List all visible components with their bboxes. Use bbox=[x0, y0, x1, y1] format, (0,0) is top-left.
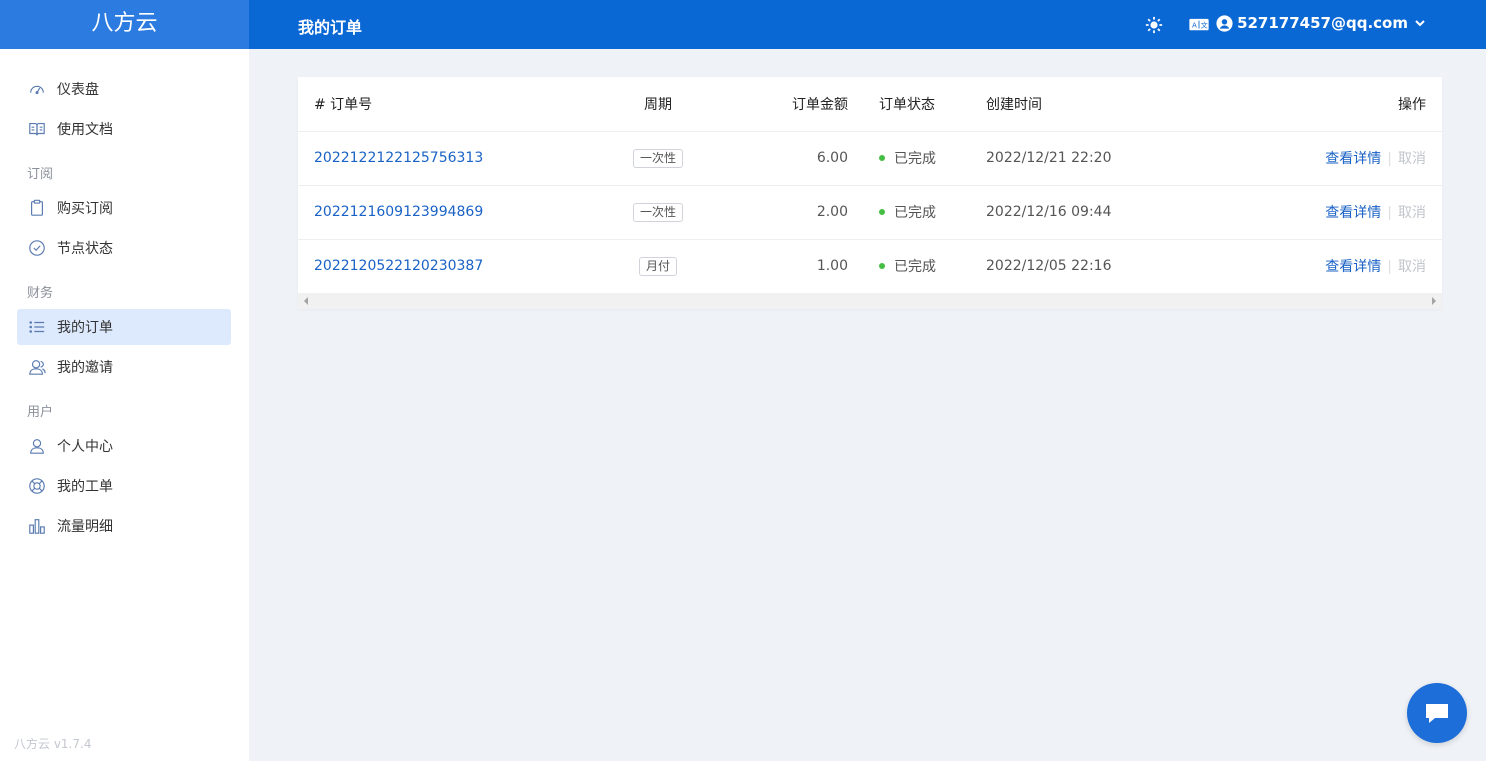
action-divider: | bbox=[1387, 259, 1392, 275]
status-dot bbox=[879, 209, 885, 215]
sidebar-item-label: 购买订阅 bbox=[57, 201, 113, 217]
view-details-link[interactable]: 查看详情 bbox=[1325, 259, 1381, 275]
status-dot bbox=[879, 263, 885, 269]
sidebar: 八方云 仪表盘 使用文档 订阅 购买订阅 节点状态 财务 我的订单 我的邀请 用… bbox=[0, 0, 249, 761]
brand-logo[interactable]: 八方云 bbox=[0, 0, 249, 49]
col-created: 创建时间 bbox=[986, 77, 1186, 132]
col-status: 订单状态 bbox=[848, 77, 986, 132]
created-cell: 2022/12/21 22:20 bbox=[986, 131, 1186, 186]
order-number-link[interactable]: 2022121609123994869 bbox=[314, 204, 483, 220]
sidebar-item-label: 流量明细 bbox=[57, 519, 113, 535]
created-cell: 2022/12/05 22:16 bbox=[986, 239, 1186, 294]
sidebar-item-docs[interactable]: 使用文档 bbox=[17, 111, 231, 147]
sidebar-item-label: 个人中心 bbox=[57, 439, 113, 455]
check-circle-icon bbox=[27, 238, 47, 258]
user-circle-icon bbox=[1216, 14, 1233, 32]
list-icon bbox=[27, 317, 47, 337]
order-number-link[interactable]: 2022122122125756313 bbox=[314, 150, 483, 166]
created-cell: 2022/12/16 09:44 bbox=[986, 185, 1186, 240]
amount-cell: 2.00 bbox=[718, 185, 848, 240]
user-icon bbox=[27, 436, 47, 456]
clipboard-icon bbox=[27, 198, 47, 218]
sidebar-item-buy-subscription[interactable]: 购买订阅 bbox=[17, 190, 231, 226]
table-header-row: # 订单号 周期 订单金额 订单状态 创建时间 操作 bbox=[298, 77, 1442, 132]
scroll-left-arrow-icon[interactable] bbox=[304, 297, 308, 305]
sidebar-item-label: 仪表盘 bbox=[57, 82, 99, 98]
sidebar-item-label: 节点状态 bbox=[57, 241, 113, 257]
table-row: 2022122122125756313 一次性 6.00 已完成 2022/12… bbox=[298, 131, 1442, 186]
sidebar-item-node-status[interactable]: 节点状态 bbox=[17, 230, 231, 266]
sidebar-item-my-invites[interactable]: 我的邀请 bbox=[17, 349, 231, 385]
action-divider: | bbox=[1387, 151, 1392, 167]
sidebar-item-traffic[interactable]: 流量明细 bbox=[17, 508, 231, 544]
book-icon bbox=[27, 119, 47, 139]
sidebar-item-dashboard[interactable]: 仪表盘 bbox=[17, 71, 231, 107]
user-email: 527177457@qq.com bbox=[1237, 14, 1408, 32]
chat-support-button[interactable] bbox=[1407, 683, 1467, 743]
sidebar-item-label: 我的订单 bbox=[57, 320, 113, 336]
action-divider: | bbox=[1387, 205, 1392, 221]
status-text: 已完成 bbox=[894, 151, 936, 167]
sidebar-item-label: 我的邀请 bbox=[57, 360, 113, 376]
horizontal-scrollbar[interactable] bbox=[298, 293, 1442, 309]
col-amount: 订单金额 bbox=[718, 77, 848, 132]
translate-icon: A文 bbox=[1189, 18, 1209, 31]
scroll-right-arrow-icon[interactable] bbox=[1432, 297, 1436, 305]
svg-text:文: 文 bbox=[1201, 21, 1208, 30]
status-dot bbox=[879, 155, 885, 161]
col-order-no: # 订单号 bbox=[298, 77, 598, 132]
page-title: 我的订单 bbox=[298, 18, 363, 37]
nav-group-title-user: 用户 bbox=[27, 405, 54, 420]
svg-text:A: A bbox=[1192, 22, 1197, 30]
chat-bubble-icon bbox=[1426, 704, 1448, 723]
user-menu[interactable]: 527177457@qq.com bbox=[1216, 14, 1426, 32]
version-label: 八方云 v1.7.4 bbox=[14, 737, 92, 751]
sidebar-nav: 仪表盘 使用文档 订阅 购买订阅 节点状态 财务 我的订单 我的邀请 用户 个人… bbox=[0, 49, 249, 544]
amount-cell: 6.00 bbox=[718, 131, 848, 186]
lifebuoy-icon bbox=[27, 476, 47, 496]
dashboard-icon bbox=[27, 79, 47, 99]
bar-chart-icon bbox=[27, 516, 47, 536]
cancel-link[interactable]: 取消 bbox=[1398, 259, 1426, 275]
cancel-link[interactable]: 取消 bbox=[1398, 151, 1426, 167]
sidebar-item-tickets[interactable]: 我的工单 bbox=[17, 468, 231, 504]
view-details-link[interactable]: 查看详情 bbox=[1325, 205, 1381, 221]
status-text: 已完成 bbox=[894, 259, 936, 275]
order-number-link[interactable]: 2022120522120230387 bbox=[314, 258, 483, 274]
orders-card: # 订单号 周期 订单金额 订单状态 创建时间 操作 2022122122125… bbox=[298, 77, 1442, 309]
period-tag: 一次性 bbox=[632, 202, 683, 222]
header-bar: 我的订单 A文 527177457@qq.com bbox=[249, 0, 1486, 49]
cancel-link[interactable]: 取消 bbox=[1398, 205, 1426, 221]
nav-group-title-finance: 财务 bbox=[27, 286, 54, 301]
sidebar-item-label: 我的工单 bbox=[57, 479, 113, 495]
period-tag: 月付 bbox=[638, 256, 677, 276]
amount-cell: 1.00 bbox=[718, 239, 848, 294]
language-button[interactable]: A文 bbox=[1188, 14, 1210, 36]
col-period: 周期 bbox=[598, 77, 718, 132]
users-icon bbox=[27, 357, 47, 377]
sidebar-item-my-orders[interactable]: 我的订单 bbox=[17, 309, 231, 345]
sidebar-item-profile[interactable]: 个人中心 bbox=[17, 428, 231, 464]
table-row: 2022121609123994869 一次性 2.00 已完成 2022/12… bbox=[298, 185, 1442, 240]
sun-icon bbox=[1145, 16, 1163, 34]
col-actions: 操作 bbox=[1186, 77, 1442, 132]
sidebar-item-label: 使用文档 bbox=[57, 122, 113, 138]
period-tag: 一次性 bbox=[632, 148, 683, 168]
nav-group-title-subscription: 订阅 bbox=[27, 167, 54, 182]
table-row: 2022120522120230387 月付 1.00 已完成 2022/12/… bbox=[298, 239, 1442, 294]
status-text: 已完成 bbox=[894, 205, 936, 221]
theme-toggle-button[interactable] bbox=[1143, 14, 1165, 36]
view-details-link[interactable]: 查看详情 bbox=[1325, 151, 1381, 167]
orders-table: # 订单号 周期 订单金额 订单状态 创建时间 操作 2022122122125… bbox=[298, 77, 1442, 294]
chevron-down-icon bbox=[1415, 20, 1425, 27]
